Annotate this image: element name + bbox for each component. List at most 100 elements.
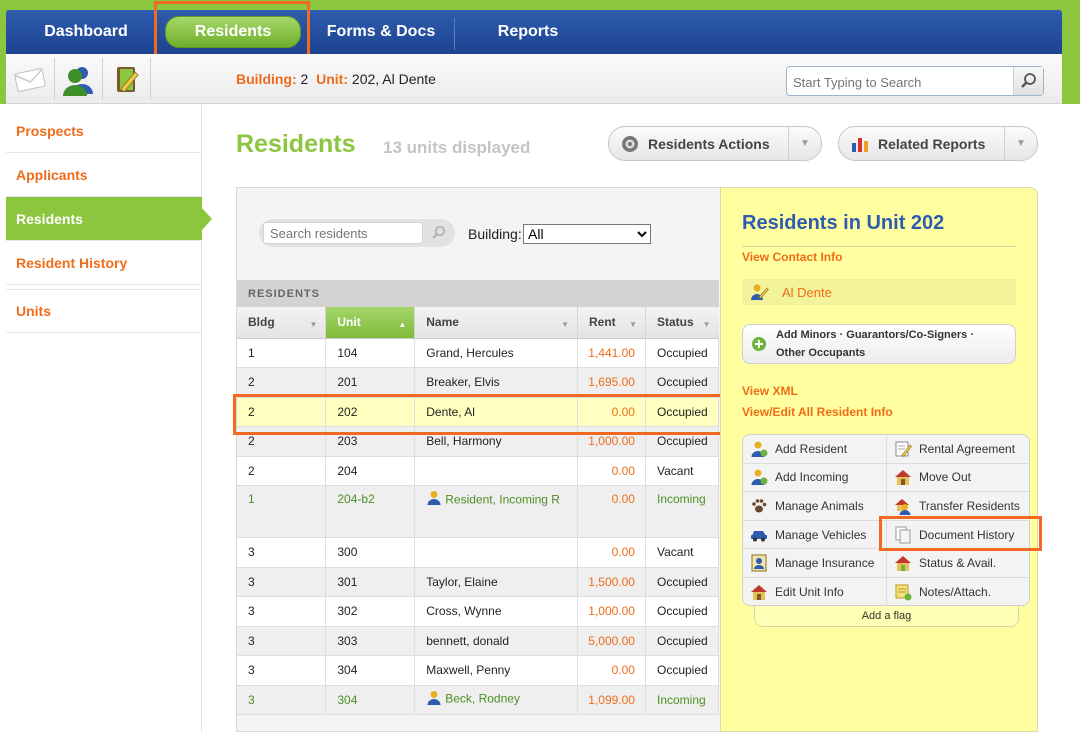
top-bar: Dashboard Residents Forms & Docs Reports [0, 0, 1080, 104]
add-minors-button[interactable]: Add Minors · Guarantors/Co-Signers · Oth… [742, 324, 1016, 364]
table-row[interactable]: 3 301 Taylor, Elaine 1,500.00 Occupied [237, 567, 720, 597]
chevron-down-icon: ▼ [788, 127, 821, 160]
table-row[interactable]: 3 300 0.00 Vacant [237, 537, 720, 568]
global-search-button[interactable] [1013, 67, 1043, 95]
breadcrumb: Building: 2 Unit: 202, Al Dente [236, 71, 436, 87]
column-status[interactable]: Status ▼ [645, 307, 719, 339]
column-bldg[interactable]: Bldg ▼ [237, 307, 327, 339]
tab-residents-label: Residents [164, 16, 302, 48]
cell-name: Maxwell, Penny [414, 655, 579, 686]
toolbar-divider [54, 58, 55, 100]
notes-attach-button[interactable]: Notes/Attach. [886, 578, 1029, 607]
add-resident-button[interactable]: Add Resident [743, 435, 886, 464]
view-contact-info-link[interactable]: View Contact Info [742, 250, 842, 264]
cell-status: Vacant [645, 537, 720, 568]
sidebar-item-units[interactable]: Units [6, 289, 202, 333]
active-indicator-arrow [202, 208, 212, 230]
residents-actions-dropdown[interactable]: Residents Actions ▼ [608, 126, 822, 161]
sidebar-item-residents[interactable]: Residents [6, 197, 212, 241]
table-row[interactable]: 1 204-b2 Resident, Incoming R 0.00 Incom… [237, 485, 720, 538]
manage-vehicles-button[interactable]: Manage Vehicles [743, 521, 886, 550]
rental-agreement-button[interactable]: Rental Agreement [886, 435, 1029, 464]
related-reports-label: Related Reports [878, 135, 986, 152]
table-row[interactable]: 2 204 0.00 Vacant [237, 456, 720, 486]
sidebar-item-label: Residents [16, 210, 83, 227]
mail-button[interactable] [8, 60, 52, 100]
cell-unit: 304 [325, 655, 416, 686]
cell-status: Occupied [645, 367, 720, 398]
cell-rent: 1,000.00 [577, 596, 646, 627]
document-history-button[interactable]: Document History [886, 520, 1029, 550]
table-row[interactable]: 3 304 Beck, Rodney 1,099.00 Incoming [237, 685, 720, 715]
incoming-person-icon [426, 490, 442, 511]
cell-rent: 1,000.00 [577, 426, 646, 457]
action-label: Move Out [919, 470, 972, 485]
tab-forms-docs[interactable]: Forms & Docs [310, 10, 452, 54]
add-flag-button[interactable]: Add a flag [754, 606, 1019, 627]
cell-rent: 0.00 [577, 485, 646, 538]
residents-section-header: RESIDENTS [237, 280, 719, 307]
sidebar-item-resident-history[interactable]: Resident History [6, 241, 202, 285]
cell-unit: 202 [325, 397, 416, 427]
column-unit[interactable]: Unit ▲ [325, 307, 416, 339]
manage-insurance-button[interactable]: Manage Insurance [743, 549, 886, 578]
cell-bldg: 3 [237, 567, 327, 597]
tab-reports[interactable]: Reports [458, 10, 598, 54]
resident-entry[interactable]: Al Dente [742, 279, 1016, 305]
move-out-button[interactable]: Move Out [886, 463, 1029, 493]
table-row[interactable]: 3 302 Cross, Wynne 1,000.00 Occupied [237, 596, 720, 627]
cell-unit: 201 [325, 367, 416, 398]
transfer-residents-button[interactable]: Transfer Residents [886, 492, 1029, 521]
table-row[interactable]: 2 201 Breaker, Elvis 1,695.00 Occupied [237, 367, 720, 398]
contacts-button[interactable] [56, 60, 100, 100]
documents-icon [893, 525, 913, 545]
action-label: Edit Unit Info [775, 585, 844, 600]
table-row-selected[interactable]: 2 202 Dente, Al 0.00 Occupied [237, 397, 720, 427]
manage-animals-button[interactable]: Manage Animals [743, 492, 886, 521]
column-rent[interactable]: Rent ▼ [577, 307, 646, 339]
cell-rent: 0.00 [577, 655, 646, 686]
cell-status: Incoming [645, 485, 720, 538]
cell-rent: 0.00 [577, 537, 646, 568]
add-incoming-button[interactable]: Add Incoming [743, 464, 886, 493]
bar-chart-icon [850, 134, 870, 154]
related-reports-dropdown[interactable]: Related Reports ▼ [838, 126, 1038, 161]
column-label: Unit [337, 315, 361, 330]
global-search-input[interactable] [793, 71, 1013, 93]
building-filter-select[interactable]: All [523, 224, 651, 244]
cell-bldg: 1 [237, 485, 327, 538]
filter-bar: Building: All [237, 188, 719, 280]
table-row[interactable]: 2 203 Bell, Harmony 1,000.00 Occupied [237, 426, 720, 457]
cell-name: Breaker, Elvis [414, 367, 579, 398]
notebook-button[interactable] [104, 60, 148, 100]
table-row[interactable]: 3 303 bennett, donald 5,000.00 Occupied [237, 626, 720, 656]
sidebar-item-prospects[interactable]: Prospects [6, 109, 202, 153]
sidebar-item-label: Applicants [16, 166, 88, 183]
cell-bldg: 2 [237, 397, 327, 427]
add-circle-icon [751, 336, 767, 352]
column-name[interactable]: Name ▼ [414, 307, 579, 339]
view-edit-all-link[interactable]: View/Edit All Resident Info [742, 405, 893, 419]
tab-dashboard[interactable]: Dashboard [16, 10, 156, 54]
tab-dashboard-label: Dashboard [44, 23, 128, 40]
cell-status: Occupied [645, 426, 720, 457]
column-label: Bldg [248, 315, 275, 330]
view-xml-link[interactable]: View XML [742, 384, 798, 398]
add-person-icon [749, 467, 769, 487]
search-icon[interactable] [431, 225, 447, 246]
cell-unit: 304 [325, 685, 416, 715]
add-minors-line2: Other Occupants [776, 347, 866, 359]
people-icon [63, 67, 93, 96]
sidebar-item-applicants[interactable]: Applicants [6, 153, 202, 197]
status-avail-button[interactable]: Status & Avail. [886, 549, 1029, 578]
cell-rent: 1,695.00 [577, 367, 646, 398]
table-row[interactable]: 3 304 Maxwell, Penny 0.00 Occupied [237, 655, 720, 686]
cell-name: Dente, Al [414, 397, 579, 427]
edit-unit-info-button[interactable]: Edit Unit Info [743, 578, 886, 607]
tab-residents[interactable]: Residents [164, 10, 302, 54]
units-count: 13 units displayed [383, 138, 531, 157]
add-person-icon [749, 439, 769, 459]
resident-search-input[interactable] [263, 222, 423, 244]
cell-status: Occupied [645, 567, 720, 597]
table-row[interactable]: 1 104 Grand, Hercules 1,441.00 Occupied [237, 338, 720, 368]
